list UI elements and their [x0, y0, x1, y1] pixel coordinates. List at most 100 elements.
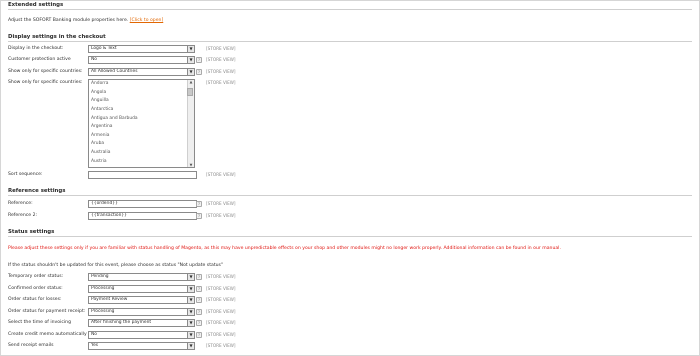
- reference-input[interactable]: {{orderid}}: [88, 200, 197, 208]
- payment-receipt-status-select[interactable]: Processing ▼: [88, 308, 195, 316]
- confirmed-status-select[interactable]: Processing ▼: [88, 285, 195, 293]
- help-icon[interactable]: ?: [196, 201, 202, 207]
- chevron-down-icon: ▼: [187, 297, 194, 303]
- temporary-status-scope: [STORE VIEW]: [206, 274, 236, 279]
- sort-sequence-label: Sort sequence:: [8, 172, 43, 177]
- chevron-down-icon: ▼: [187, 46, 194, 52]
- loss-status-value: Payment Review: [91, 297, 128, 302]
- reference-2-input[interactable]: {{transaction}}: [88, 212, 197, 220]
- display-in-checkout-label: Display in the checkout:: [8, 46, 64, 51]
- receipt-emails-value: Yes: [91, 343, 99, 348]
- extended-intro-text: Adjust the SOFORT Banking module propert…: [8, 18, 129, 23]
- extended-settings-title: Extended settings: [8, 2, 64, 8]
- credit-memo-label: Create credit memo automatically: [8, 332, 87, 337]
- specific-countries-listbox[interactable]: Andorra Angola Anguilla Antarctica Antig…: [88, 79, 195, 168]
- list-item[interactable]: Andorra: [89, 80, 194, 89]
- credit-memo-select[interactable]: No ▼: [88, 331, 195, 339]
- invoicing-time-value: After finishing the payment: [91, 320, 152, 325]
- chevron-down-icon: ▼: [187, 69, 194, 75]
- invoicing-time-label: Select the time of invoicing: [8, 320, 71, 325]
- specific-countries-label: Show only for specific countries:: [8, 80, 83, 85]
- chevron-down-icon: ▼: [187, 274, 194, 280]
- chevron-down-icon: ▼: [187, 57, 194, 63]
- loss-status-label: Order status for losses:: [8, 297, 62, 302]
- config-panel: Extended settings Adjust the SOFORT Bank…: [0, 0, 700, 356]
- extended-intro: Adjust the SOFORT Banking module propert…: [8, 18, 163, 23]
- display-in-checkout-value: Logo & Text: [91, 46, 117, 51]
- chevron-down-icon: ▼: [187, 320, 194, 326]
- payment-receipt-status-value: Processing: [91, 309, 115, 314]
- extended-divider: [8, 9, 692, 10]
- loss-status-select[interactable]: Payment Review ▼: [88, 296, 195, 304]
- status-divider: [8, 236, 692, 237]
- help-icon[interactable]: ?: [196, 57, 202, 63]
- customer-protection-scope: [STORE VIEW]: [206, 57, 236, 62]
- scroll-up-icon[interactable]: ▲: [189, 80, 193, 84]
- receipt-emails-scope: [STORE VIEW]: [206, 343, 236, 348]
- list-item[interactable]: Austria: [89, 158, 194, 167]
- list-item[interactable]: Aruba: [89, 140, 194, 149]
- loss-status-scope: [STORE VIEW]: [206, 297, 236, 302]
- temporary-status-select[interactable]: Pending ▼: [88, 273, 195, 281]
- reference-2-label: Reference 2:: [8, 213, 38, 218]
- confirmed-status-value: Processing: [91, 286, 115, 291]
- list-item[interactable]: Antarctica: [89, 106, 194, 115]
- chevron-down-icon: ▼: [187, 332, 194, 338]
- scroll-down-icon[interactable]: ▼: [189, 163, 193, 167]
- listbox-scrollbar[interactable]: ▲ ▼: [187, 80, 194, 167]
- list-item[interactable]: Australia: [89, 149, 194, 158]
- allowed-countries-value: All Allowed Countries: [91, 69, 138, 74]
- temporary-status-value: Pending: [91, 274, 109, 279]
- sort-sequence-input[interactable]: [88, 171, 197, 179]
- display-divider: [8, 41, 692, 42]
- reference-divider: [8, 195, 692, 196]
- display-settings-title: Display settings in the checkout: [8, 34, 106, 40]
- list-item[interactable]: Angola: [89, 89, 194, 98]
- sort-sequence-scope: [STORE VIEW]: [206, 172, 236, 177]
- help-icon[interactable]: ?: [196, 286, 202, 292]
- customer-protection-select[interactable]: No ▼: [88, 56, 195, 64]
- receipt-emails-label: Send receipt emails: [8, 343, 54, 348]
- list-item[interactable]: Armenia: [89, 132, 194, 141]
- status-note: If the status shouldn't be updated for t…: [8, 263, 224, 268]
- list-item[interactable]: Argentina: [89, 123, 194, 132]
- reference-settings-title: Reference settings: [8, 188, 66, 194]
- status-warning: Please adjust these settings only if you…: [8, 246, 561, 251]
- help-icon[interactable]: ?: [196, 69, 202, 75]
- help-icon[interactable]: ?: [196, 297, 202, 303]
- specific-countries-scope: [STORE VIEW]: [206, 80, 236, 85]
- help-icon[interactable]: ?: [196, 320, 202, 326]
- scrollbar-thumb[interactable]: [187, 88, 193, 96]
- confirmed-status-scope: [STORE VIEW]: [206, 286, 236, 291]
- help-icon[interactable]: ?: [196, 332, 202, 338]
- credit-memo-value: No: [91, 332, 97, 337]
- chevron-down-icon: ▼: [187, 309, 194, 315]
- display-in-checkout-select[interactable]: Logo & Text ▼: [88, 45, 195, 53]
- invoicing-time-scope: [STORE VIEW]: [206, 320, 236, 325]
- reference-2-scope: [STORE VIEW]: [206, 213, 236, 218]
- allowed-countries-scope: [STORE VIEW]: [206, 69, 236, 74]
- help-icon[interactable]: ?: [196, 309, 202, 315]
- click-to-open-link[interactable]: [Click to open]: [130, 18, 164, 23]
- credit-memo-scope: [STORE VIEW]: [206, 332, 236, 337]
- receipt-emails-select[interactable]: Yes ▼: [88, 342, 195, 350]
- status-settings-title: Status settings: [8, 229, 55, 235]
- customer-protection-label: Customer protection active: [8, 57, 71, 62]
- reference-scope: [STORE VIEW]: [206, 201, 236, 206]
- payment-receipt-status-scope: [STORE VIEW]: [206, 309, 236, 314]
- allowed-countries-label: Show only for specific countries:: [8, 69, 83, 74]
- chevron-down-icon: ▼: [187, 286, 194, 292]
- temporary-status-label: Temporary order status:: [8, 274, 64, 279]
- invoicing-time-select[interactable]: After finishing the payment ▼: [88, 319, 195, 327]
- chevron-down-icon: ▼: [187, 343, 194, 349]
- allowed-countries-select[interactable]: All Allowed Countries ▼: [88, 68, 195, 76]
- confirmed-status-label: Confirmed order status:: [8, 286, 63, 291]
- list-item[interactable]: Antigua and Barbuda: [89, 115, 194, 124]
- customer-protection-value: No: [91, 57, 97, 62]
- help-icon[interactable]: ?: [196, 274, 202, 280]
- display-in-checkout-scope: [STORE VIEW]: [206, 46, 236, 51]
- help-icon[interactable]: ?: [196, 213, 202, 219]
- reference-label: Reference:: [8, 201, 33, 206]
- list-item[interactable]: Anguilla: [89, 97, 194, 106]
- payment-receipt-status-label: Order status for payment receipt:: [8, 309, 86, 314]
